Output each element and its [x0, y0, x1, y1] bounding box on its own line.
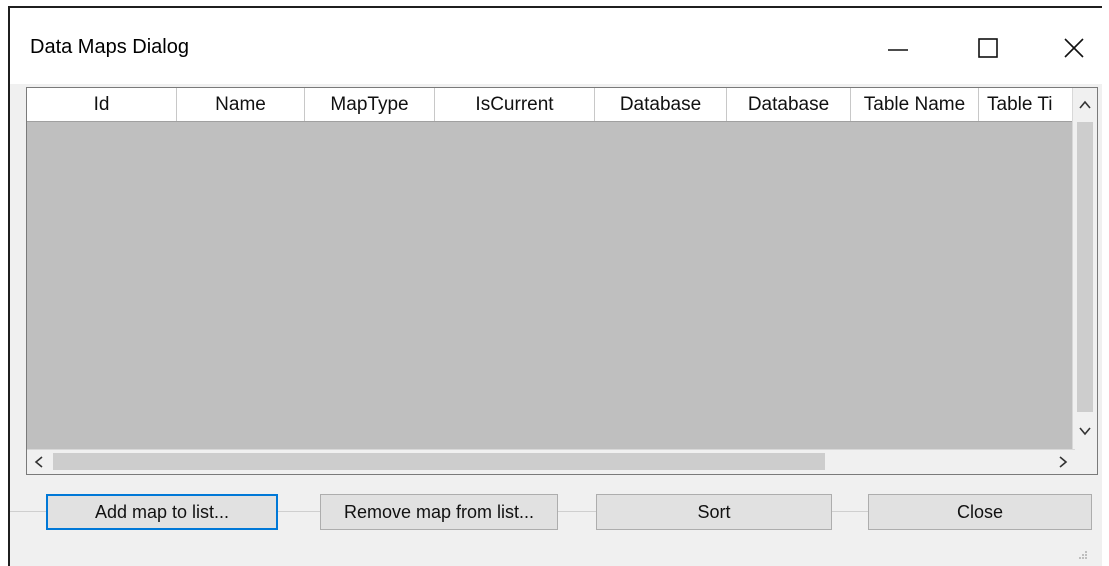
divider [558, 511, 596, 512]
column-header-database-1[interactable]: Database [595, 88, 727, 121]
data-maps-dialog: Data Maps Dialog Id Name MapType IsCurre… [8, 6, 1102, 566]
maximize-icon [978, 38, 998, 58]
title-bar: Data Maps Dialog [10, 8, 1102, 84]
scroll-up-button[interactable] [1073, 90, 1097, 120]
data-maps-grid[interactable]: Id Name MapType IsCurrent Database Datab… [26, 87, 1098, 475]
column-header-database-2[interactable]: Database [727, 88, 851, 121]
divider [832, 511, 868, 512]
divider [10, 511, 46, 512]
column-header-maptype[interactable]: MapType [305, 88, 435, 121]
vertical-scroll-thumb[interactable] [1077, 122, 1093, 412]
close-window-button[interactable] [1044, 28, 1104, 68]
column-header-name[interactable]: Name [177, 88, 305, 121]
chevron-left-icon [34, 456, 43, 468]
column-header-id[interactable]: Id [27, 88, 177, 121]
scrollbar-corner [1073, 450, 1097, 474]
remove-map-button[interactable]: Remove map from list... [320, 494, 558, 530]
column-header-iscurrent[interactable]: IsCurrent [435, 88, 595, 121]
column-header-table-name[interactable]: Table Name [851, 88, 979, 121]
horizontal-scrollbar[interactable] [27, 449, 1075, 474]
divider [278, 511, 320, 512]
scroll-left-button[interactable] [27, 450, 51, 474]
horizontal-scroll-thumb[interactable] [53, 453, 825, 470]
column-header-table-title[interactable]: Table Ti [979, 88, 1077, 121]
scroll-right-button[interactable] [1051, 450, 1075, 474]
sort-button[interactable]: Sort [596, 494, 832, 530]
minimize-icon [888, 49, 908, 51]
add-map-button[interactable]: Add map to list... [46, 494, 278, 530]
grid-header-row: Id Name MapType IsCurrent Database Datab… [27, 88, 1077, 122]
chevron-down-icon [1079, 427, 1091, 436]
close-button[interactable]: Close [868, 494, 1092, 530]
dialog-title: Data Maps Dialog [30, 36, 189, 58]
chevron-right-icon [1059, 456, 1068, 468]
maximize-button[interactable] [958, 28, 1018, 68]
vertical-scrollbar[interactable] [1072, 88, 1097, 452]
chevron-up-icon [1079, 100, 1091, 109]
scroll-down-button[interactable] [1073, 416, 1097, 446]
close-icon [1064, 38, 1084, 58]
minimize-button[interactable] [868, 28, 928, 68]
resize-grip-icon[interactable] [1078, 550, 1088, 560]
